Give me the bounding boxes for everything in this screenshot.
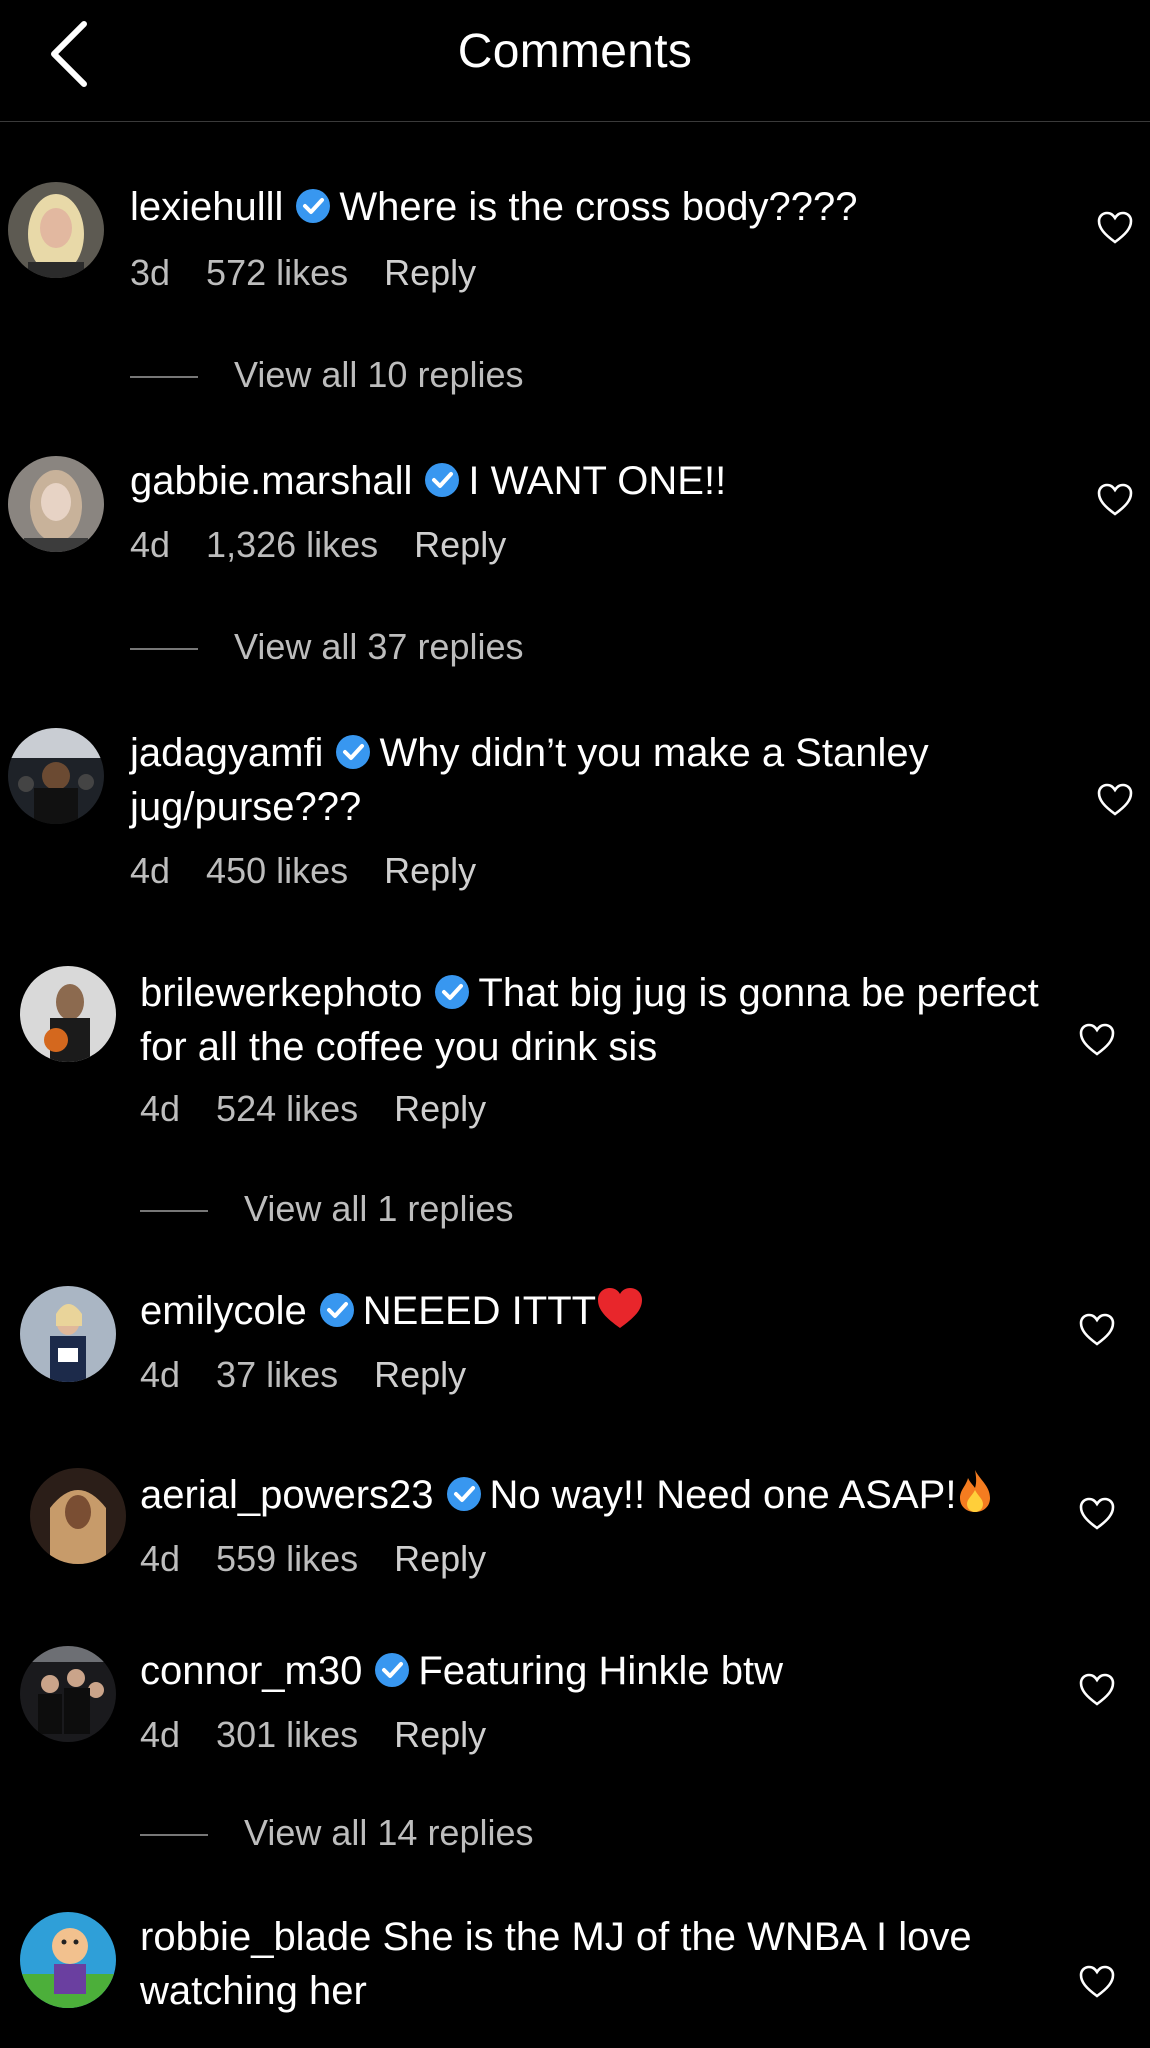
comment-username[interactable]: brilewerkephoto <box>140 971 422 1015</box>
comment-text-block: lexiehulll Where is the cross body???? <box>130 180 1030 234</box>
comment-meta: 4d 301 likes Reply <box>140 1714 522 1756</box>
comment-time: 4d <box>140 1354 181 1395</box>
heart-icon[interactable] <box>1078 1312 1116 1348</box>
avatar[interactable] <box>20 1286 116 1382</box>
heart-icon[interactable] <box>1078 1672 1116 1708</box>
comment-likes[interactable]: 37 likes <box>216 1354 338 1395</box>
heart-icon[interactable] <box>1078 1496 1116 1532</box>
comment-text: NEEED ITTT <box>362 1289 597 1333</box>
view-replies-text: View all 37 replies <box>234 626 524 667</box>
comment-text: I WANT ONE!! <box>468 459 727 503</box>
view-replies-link[interactable]: View all 10 replies <box>130 354 524 396</box>
comment-username[interactable]: jadagyamfi <box>130 731 323 775</box>
reply-button[interactable]: Reply <box>374 1354 466 1395</box>
comment-time: 3d <box>130 252 171 293</box>
avatar[interactable] <box>30 1468 126 1564</box>
verified-badge-icon <box>319 1293 354 1327</box>
comment-username[interactable]: emilycole <box>140 1289 307 1333</box>
verified-badge-icon <box>336 735 371 769</box>
comment-likes[interactable]: 524 likes <box>216 1088 358 1129</box>
comment-time: 4d <box>130 850 171 891</box>
avatar[interactable] <box>20 1646 116 1742</box>
comment-text: No way!! Need one ASAP! <box>489 1473 957 1517</box>
verified-badge-icon <box>375 1653 410 1687</box>
verified-badge-icon <box>425 463 460 497</box>
comment-text-block: gabbie.marshall I WANT ONE!! <box>130 454 1030 508</box>
comment-time: 4d <box>130 524 171 565</box>
comment-meta: 3d 572 likes Reply <box>130 252 512 294</box>
comment-time: 4d <box>140 1714 181 1755</box>
comment-text-block: robbie_blade She is the MJ of the WNBA I… <box>140 1910 1040 2018</box>
reply-line <box>140 1210 208 1213</box>
comment-likes[interactable]: 1,326 likes <box>206 524 378 565</box>
comment-likes[interactable]: 559 likes <box>216 1538 358 1579</box>
reply-button[interactable]: Reply <box>384 850 476 891</box>
comment-meta: 4d 524 likes Reply <box>140 1088 522 1130</box>
comment-meta: 4d 450 likes Reply <box>130 850 512 892</box>
comment-username[interactable]: aerial_powers23 <box>140 1473 434 1517</box>
comment-text-block: connor_m30 Featuring Hinkle btw <box>140 1644 1040 1698</box>
comment-time: 4d <box>140 1538 181 1579</box>
header-bar: Comments <box>0 0 1150 122</box>
comment-username[interactable]: gabbie.marshall <box>130 459 412 503</box>
view-replies-text: View all 14 replies <box>244 1812 534 1853</box>
comment-time: 4d <box>140 1088 181 1129</box>
comment-likes[interactable]: 301 likes <box>216 1714 358 1755</box>
avatar[interactable] <box>8 182 104 278</box>
comment-meta: 4d 559 likes Reply <box>140 1538 522 1580</box>
comment-meta: 4d 37 likes Reply <box>140 1354 502 1396</box>
comment-text-block: brilewerkephoto That big jug is gonna be … <box>140 966 1040 1074</box>
verified-badge-icon <box>296 189 331 223</box>
comment-username[interactable]: connor_m30 <box>140 1649 362 1693</box>
heart-icon[interactable] <box>1096 210 1134 246</box>
red-heart-emoji-icon <box>598 1288 643 1328</box>
comment-text-block: jadagyamfi Why didn’t you make a Stanley … <box>130 726 1030 834</box>
verified-badge-icon <box>435 975 470 1009</box>
reply-button[interactable]: Reply <box>394 1714 486 1755</box>
comment-username[interactable]: lexiehulll <box>130 185 283 229</box>
reply-line <box>130 376 198 379</box>
reply-line <box>130 648 198 651</box>
comment-text-block: aerial_powers23 No way!! Need one ASAP! <box>140 1468 1070 1522</box>
avatar[interactable] <box>8 456 104 552</box>
heart-icon[interactable] <box>1096 482 1134 518</box>
reply-button[interactable]: Reply <box>414 524 506 565</box>
avatar[interactable] <box>20 966 116 1062</box>
heart-icon[interactable] <box>1078 1964 1116 2000</box>
comment-text-block: emilycole NEEED ITTT <box>140 1284 1040 1338</box>
heart-icon[interactable] <box>1078 1022 1116 1058</box>
comment-text: Where is the cross body???? <box>339 185 858 229</box>
view-replies-text: View all 1 replies <box>244 1188 514 1229</box>
view-replies-text: View all 10 replies <box>234 354 524 395</box>
page-title: Comments <box>457 25 693 78</box>
avatar[interactable] <box>20 1912 116 2008</box>
comment-meta: 4d 1,326 likes Reply <box>130 524 542 566</box>
comment-likes[interactable]: 572 likes <box>206 252 348 293</box>
view-replies-link[interactable]: View all 1 replies <box>140 1188 513 1230</box>
avatar[interactable] <box>8 728 104 824</box>
view-replies-link[interactable]: View all 14 replies <box>140 1812 534 1854</box>
heart-icon[interactable] <box>1096 782 1134 818</box>
fire-emoji-icon <box>960 1470 991 1512</box>
comment-likes[interactable]: 450 likes <box>206 850 348 891</box>
reply-button[interactable]: Reply <box>394 1538 486 1579</box>
reply-button[interactable]: Reply <box>394 1088 486 1129</box>
verified-badge-icon <box>446 1477 481 1511</box>
reply-line <box>140 1834 208 1837</box>
comment-username[interactable]: robbie_blade <box>140 1915 371 1959</box>
reply-button[interactable]: Reply <box>384 252 476 293</box>
view-replies-link[interactable]: View all 37 replies <box>130 626 524 668</box>
comment-text: Featuring Hinkle btw <box>418 1649 783 1693</box>
